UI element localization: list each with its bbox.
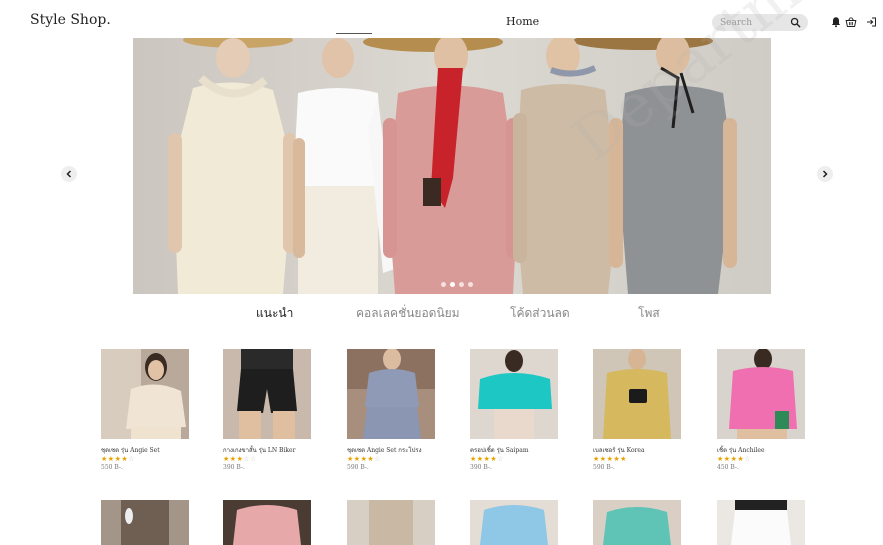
product-price: 390 B-. [470, 464, 492, 471]
product-name[interactable]: ครอปเชิ้ต รุ่น Saipam [470, 445, 560, 455]
product-card[interactable]: กางเกงขาสั้น รุ่น LN Biker ★★★☆☆ 390 B-. [223, 349, 313, 471]
product-image[interactable] [593, 349, 681, 439]
star-icon: ★ [229, 455, 237, 463]
product-image[interactable] [593, 500, 681, 545]
carousel-dot-active[interactable] [450, 282, 455, 287]
carousel-dot[interactable] [459, 282, 464, 287]
product-price: 450 B-. [717, 464, 739, 471]
product-image[interactable] [717, 349, 805, 439]
product-price: 390 B-. [223, 464, 245, 471]
carousel-prev-button[interactable] [61, 166, 77, 182]
product-price: 590 B-. [347, 464, 369, 471]
star-icon: ★ [223, 455, 230, 463]
tab-discount-code[interactable]: โค้ดส่วนลด [510, 304, 570, 323]
carousel-dot[interactable] [468, 282, 473, 287]
product-image[interactable] [101, 349, 189, 439]
star-empty-icon: ☆ [744, 455, 751, 463]
star-icon: ★ [599, 455, 607, 463]
logout-icon[interactable] [866, 16, 878, 28]
product-card[interactable]: ชุดเซต รุ่น Angie Set ★★★★☆ 550 B-. [101, 349, 191, 471]
rating-stars: ★★★☆☆ [223, 455, 313, 463]
product-image[interactable] [470, 500, 558, 545]
chevron-left-icon [66, 170, 72, 178]
active-nav-indicator [336, 33, 372, 34]
tab-popular-collection[interactable]: คอลเลคชั่นยอดนิยม [356, 304, 460, 323]
product-price: 550 B-. [101, 464, 123, 471]
product-name[interactable]: เชิ้ต รุ่น Anchilee [717, 445, 807, 455]
product-card[interactable]: ครอปเชิ้ต รุ่น Saipam ★★★★☆ 390 B-. [470, 349, 560, 471]
brand-logo[interactable]: Style Shop. [30, 12, 111, 28]
star-icon: ★ [620, 455, 627, 463]
top-navbar: Style Shop. Home [0, 0, 883, 38]
rating-stars: ★★★★☆ [347, 455, 437, 463]
rating-stars: ★★★★☆ [470, 455, 560, 463]
star-icon: ★ [476, 455, 484, 463]
star-empty-icon: ☆ [497, 455, 504, 463]
product-image[interactable] [223, 349, 311, 439]
star-icon: ★ [347, 455, 354, 463]
chevron-right-icon [822, 170, 828, 178]
nav-home-link[interactable]: Home [506, 15, 539, 28]
search-icon[interactable] [790, 17, 801, 28]
product-name[interactable]: ชุดเซต Angie Set กระโปรง [347, 445, 437, 455]
star-icon: ★ [723, 455, 731, 463]
tab-recommended[interactable]: แนะนำ [256, 304, 293, 323]
rating-stars: ★★★★★ [593, 455, 683, 463]
carousel-indicators [441, 282, 473, 287]
product-image[interactable] [347, 500, 435, 545]
product-price: 590 B-. [593, 464, 615, 471]
star-icon: ★ [101, 455, 108, 463]
star-icon: ★ [107, 455, 115, 463]
search-bar[interactable] [712, 14, 808, 31]
star-icon: ★ [353, 455, 361, 463]
star-empty-icon: ☆ [250, 455, 257, 463]
star-icon: ★ [717, 455, 724, 463]
product-image[interactable] [347, 349, 435, 439]
search-input[interactable] [720, 16, 786, 29]
category-tabs: แนะนำ คอลเลคชั่นยอดนิยม โค้ดส่วนลด โพส [0, 304, 883, 328]
product-name[interactable]: เบลเซอร์ รุ่น Korea [593, 445, 683, 455]
bell-icon[interactable] [830, 16, 842, 28]
product-card[interactable]: เบลเซอร์ รุ่น Korea ★★★★★ 590 B-. [593, 349, 683, 471]
product-image[interactable] [717, 500, 805, 545]
rating-stars: ★★★★☆ [101, 455, 191, 463]
star-empty-icon: ☆ [374, 455, 381, 463]
rating-stars: ★★★★☆ [717, 455, 807, 463]
product-card[interactable]: เชิ้ต รุ่น Anchilee ★★★★☆ 450 B-. [717, 349, 807, 471]
shopping-basket-icon[interactable] [845, 16, 857, 28]
product-image[interactable] [101, 500, 189, 545]
star-icon: ★ [470, 455, 477, 463]
product-card[interactable]: ชุดเซต Angie Set กระโปรง ★★★★☆ 590 B-. [347, 349, 437, 471]
product-name[interactable]: กางเกงขาสั้น รุ่น LN Biker [223, 445, 313, 455]
product-image[interactable] [223, 500, 311, 545]
star-icon: ★ [593, 455, 600, 463]
carousel-dot[interactable] [441, 282, 446, 287]
tab-posts[interactable]: โพส [638, 304, 660, 323]
product-name[interactable]: ชุดเซต รุ่น Angie Set [101, 445, 191, 455]
product-image[interactable] [470, 349, 558, 439]
star-empty-icon: ☆ [128, 455, 135, 463]
carousel-next-button[interactable] [817, 166, 833, 182]
hero-banner-image [133, 38, 771, 294]
